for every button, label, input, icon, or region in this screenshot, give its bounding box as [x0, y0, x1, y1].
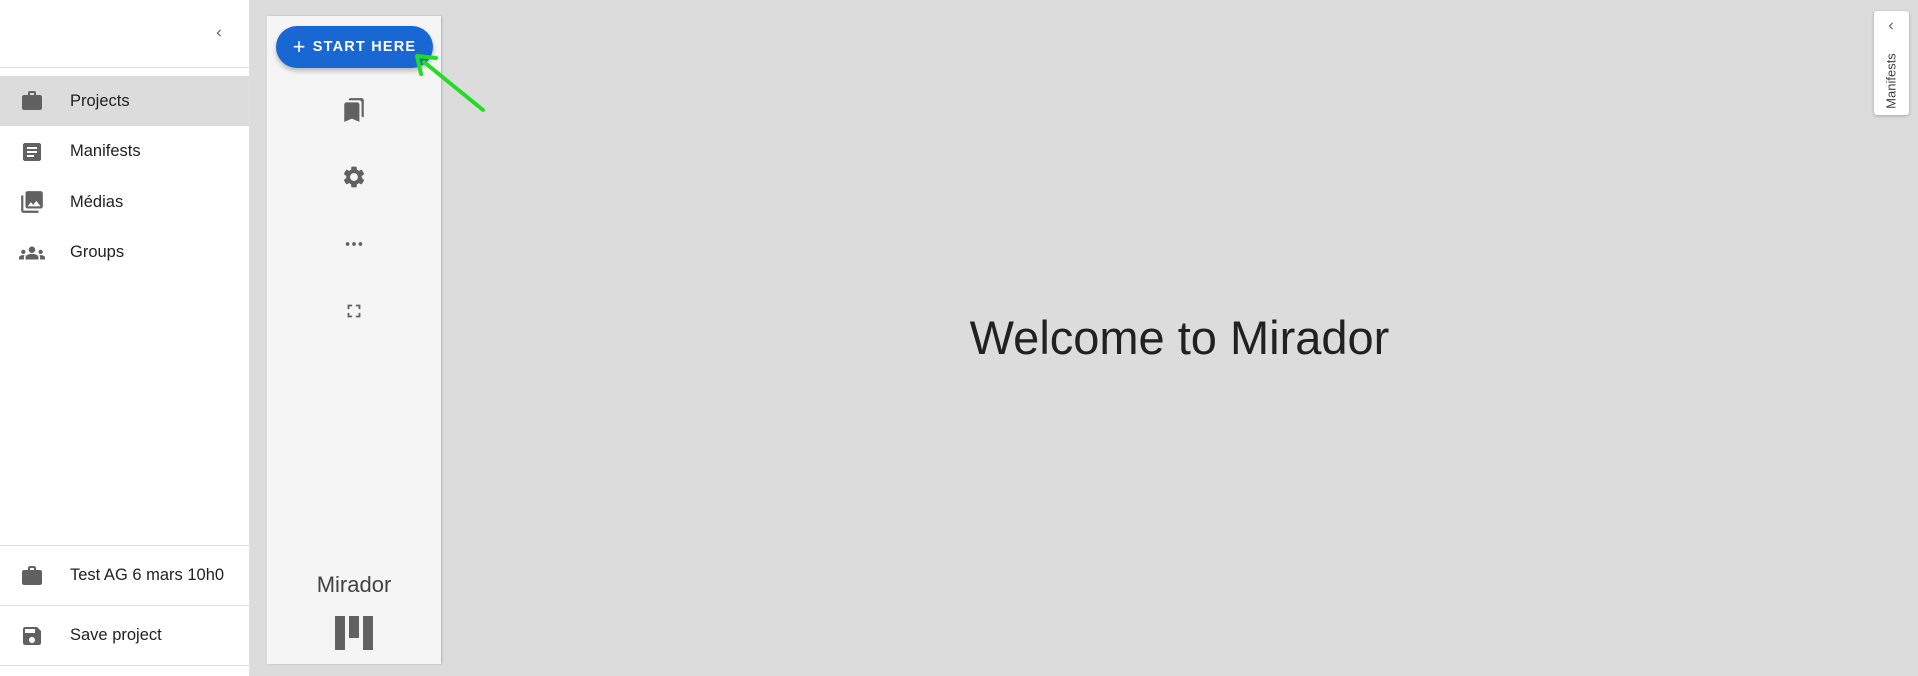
- project-drawer: Projects Manifests Médias Groups Test AG…: [0, 0, 250, 676]
- start-here-button[interactable]: + START HERE: [276, 26, 433, 68]
- manifests-panel-toggle[interactable]: Manifests: [1874, 11, 1909, 115]
- current-project-name: Test AG 6 mars 10h0: [70, 566, 225, 584]
- drawer-header: [0, 0, 249, 68]
- gear-icon: [343, 166, 365, 188]
- sidebar-item-projects[interactable]: Projects: [0, 76, 249, 126]
- more-options-button[interactable]: [339, 229, 369, 259]
- collapse-drawer-button[interactable]: [207, 21, 231, 45]
- photo-library-icon: [18, 188, 46, 216]
- start-here-label: START HERE: [312, 39, 417, 55]
- sidebar-item-label: Projects: [70, 91, 130, 110]
- sidebar-item-label: Groups: [70, 243, 125, 261]
- sidebar-item-medias[interactable]: Médias: [0, 177, 249, 227]
- bookmarks-button[interactable]: [339, 95, 369, 125]
- sidebar-item-label: Médias: [70, 192, 124, 211]
- sidebar-item-groups[interactable]: Groups: [0, 228, 249, 278]
- welcome-heading: Welcome to Mirador: [969, 311, 1390, 364]
- fullscreen-icon: [347, 304, 361, 318]
- bookmarks-icon: [344, 98, 364, 122]
- more-horizontal-icon: [345, 242, 363, 246]
- save-icon: [18, 622, 46, 650]
- document-icon: [18, 138, 46, 166]
- manifests-tab-label: Manifests: [1883, 53, 1899, 109]
- sidebar-nav: Projects Manifests Médias Groups: [0, 76, 249, 278]
- save-project-button[interactable]: Save project: [0, 606, 249, 666]
- workspace-control-panel: + START HERE Mirador: [267, 16, 441, 664]
- fullscreen-button[interactable]: [339, 296, 369, 326]
- mirador-brand-name: Mirador: [316, 572, 392, 597]
- chevron-left-icon: [216, 29, 221, 37]
- current-project-item[interactable]: Test AG 6 mars 10h0: [0, 546, 249, 606]
- sidebar-item-manifests[interactable]: Manifests: [0, 127, 249, 177]
- sidebar-item-label: Manifests: [70, 142, 141, 160]
- save-project-label: Save project: [70, 626, 162, 644]
- briefcase-icon: [18, 87, 46, 115]
- plus-icon: +: [292, 34, 307, 59]
- drawer-footer: Test AG 6 mars 10h0 Save project: [0, 545, 249, 666]
- settings-button[interactable]: [339, 162, 369, 192]
- chevron-left-icon: [1888, 22, 1893, 30]
- groups-icon: [18, 239, 46, 267]
- briefcase-icon: [18, 562, 46, 590]
- mirador-logo-icon: [335, 616, 373, 650]
